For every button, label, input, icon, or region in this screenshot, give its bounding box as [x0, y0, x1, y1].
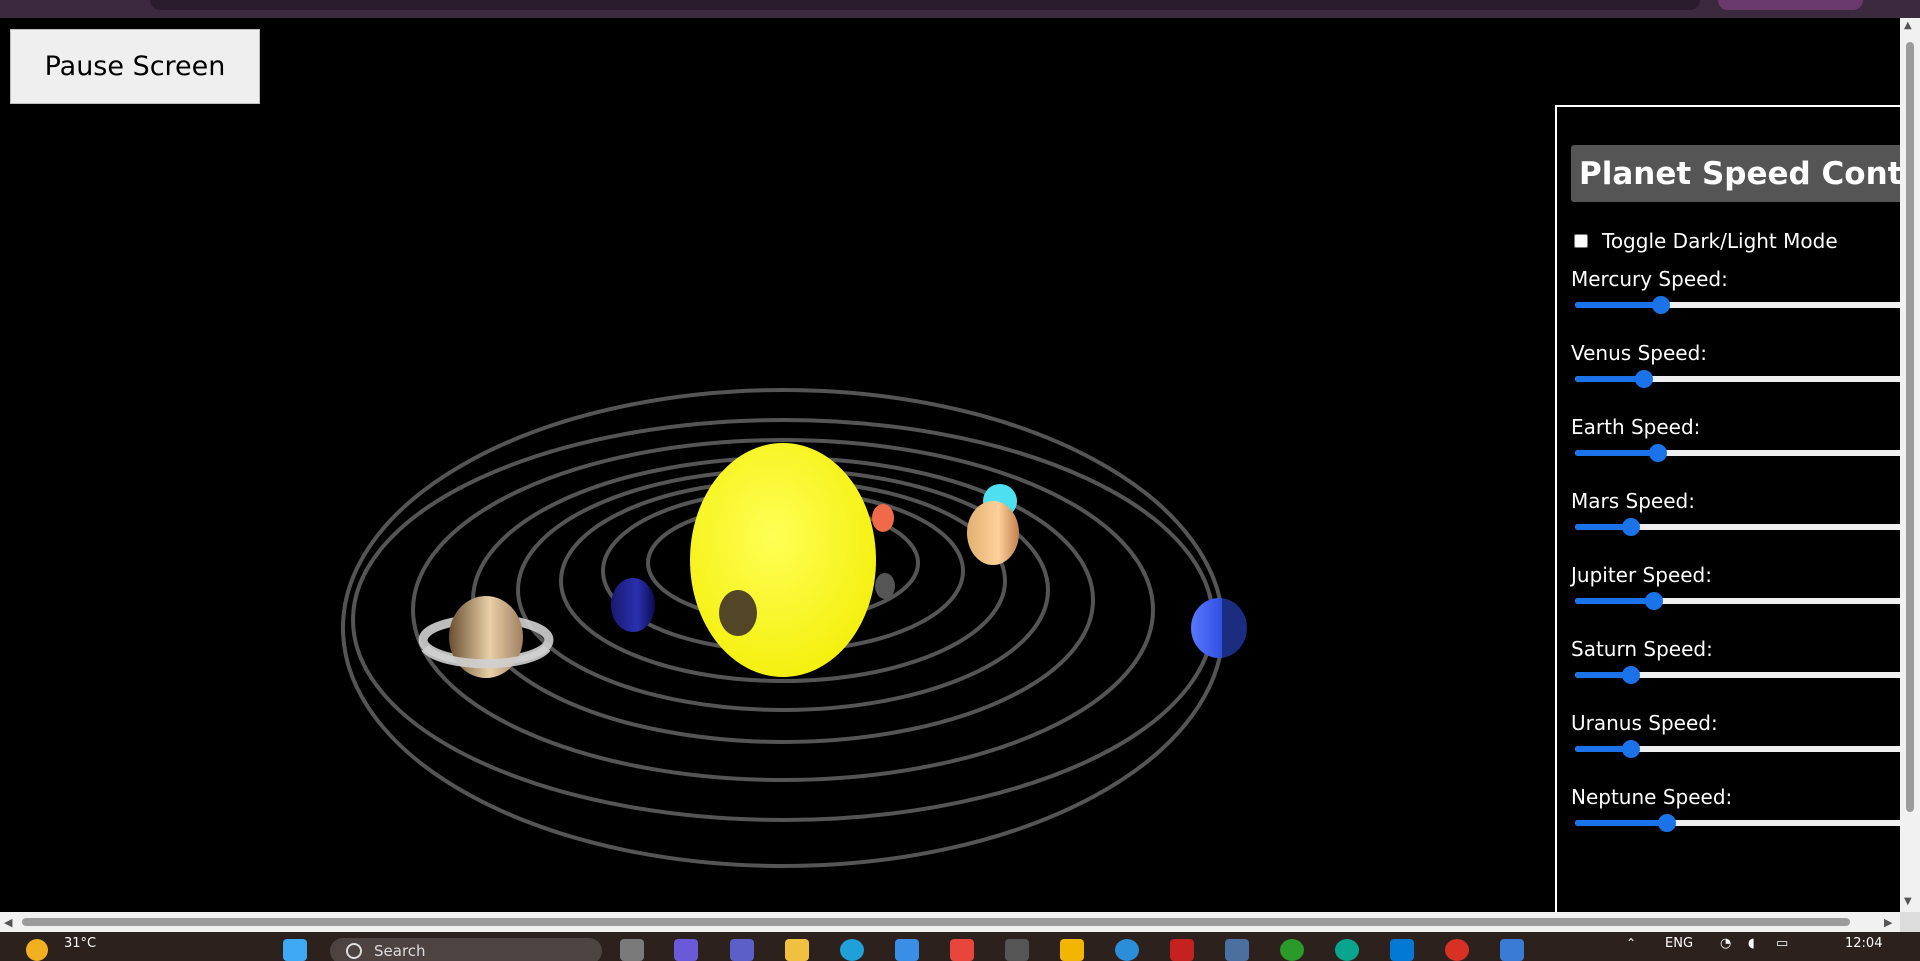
app-icon-blue[interactable]	[1115, 939, 1139, 961]
vscode-icon[interactable]	[1390, 939, 1414, 961]
slider-label: Neptune Speed:	[1571, 785, 1733, 809]
slider-label: Mercury Speed:	[1571, 267, 1728, 291]
browser-top-bar	[0, 0, 1920, 18]
file-explorer-icon[interactable]	[785, 939, 809, 961]
battery-icon[interactable]: ▭	[1776, 936, 1788, 951]
arduino-icon[interactable]	[1335, 939, 1359, 961]
search-icon	[346, 943, 362, 959]
power-bi-icon[interactable]	[1060, 939, 1084, 961]
pause-screen-button[interactable]: Pause Screen	[10, 29, 260, 104]
slider-thumb[interactable]	[1645, 592, 1664, 610]
app-icon-red[interactable]	[950, 939, 974, 961]
planet-mars	[872, 504, 894, 532]
slider-thumb[interactable]	[1622, 518, 1641, 536]
address-bar[interactable]	[150, 0, 1700, 10]
dark-light-checkbox[interactable]	[1574, 234, 1588, 248]
app-icon-grid[interactable]	[1225, 939, 1249, 961]
language-indicator[interactable]: ENG	[1665, 936, 1693, 951]
search-placeholder: Search	[374, 942, 426, 960]
speed-slider[interactable]	[1575, 739, 1905, 759]
slider-fill	[1575, 302, 1661, 308]
slider-thumb[interactable]	[1658, 814, 1677, 832]
speed-slider[interactable]	[1575, 665, 1905, 685]
dark-light-label: Toggle Dark/Light Mode	[1602, 229, 1838, 253]
horizontal-scrollbar[interactable]: ◀ ▶	[0, 912, 1900, 932]
speed-slider[interactable]	[1575, 443, 1905, 463]
speed-slider[interactable]	[1575, 591, 1905, 611]
horizontal-scrollbar-thumb[interactable]	[22, 918, 1850, 926]
planet-earth	[611, 578, 655, 632]
app-icon-photos[interactable]	[1500, 939, 1524, 961]
planet-neptune	[1191, 598, 1247, 658]
speed-slider[interactable]	[1575, 295, 1905, 315]
scroll-right-arrow-icon[interactable]: ▶	[1884, 916, 1892, 929]
gmail-icon[interactable]	[1170, 939, 1194, 961]
taskbar-search[interactable]: Search	[330, 938, 602, 961]
slider-thumb[interactable]	[1635, 370, 1654, 388]
profile-button[interactable]	[1718, 0, 1863, 10]
slider-thumb[interactable]	[1651, 296, 1670, 314]
store-icon[interactable]	[895, 939, 919, 961]
planet-speed-control-panel: Planet Speed Control Toggle Dark/Light M…	[1555, 105, 1911, 912]
tray-chevron-icon[interactable]: ⌃	[1626, 936, 1636, 950]
planet-jupiter	[967, 501, 1019, 565]
scroll-up-arrow-icon[interactable]: ▲	[1904, 20, 1912, 31]
weather-temp[interactable]: 31°C	[64, 936, 96, 951]
panel-title: Planet Speed Control	[1571, 145, 1911, 202]
task-view-icon[interactable]	[620, 939, 644, 961]
taskbar: 31°C Search ⌃ ENG ◔ ◖ ▭ 12:04	[0, 932, 1920, 961]
edge-icon[interactable]	[840, 939, 864, 961]
windows-start-icon[interactable]	[283, 939, 307, 961]
weather-icon[interactable]	[26, 939, 48, 961]
slider-fill	[1575, 598, 1655, 604]
clock-time[interactable]: 12:04	[1845, 936, 1882, 951]
planet-venus	[719, 590, 757, 636]
slider-label: Mars Speed:	[1571, 489, 1695, 513]
volume-icon[interactable]: ◖	[1748, 936, 1755, 951]
vertical-scrollbar[interactable]: ▲ ▼	[1900, 18, 1920, 912]
slider-label: Venus Speed:	[1571, 341, 1707, 365]
speed-slider[interactable]	[1575, 517, 1905, 537]
speed-slider[interactable]	[1575, 813, 1905, 833]
slider-label: Jupiter Speed:	[1571, 563, 1712, 587]
teams-icon[interactable]	[730, 939, 754, 961]
app-icon-gray[interactable]	[1005, 939, 1029, 961]
speed-slider[interactable]	[1575, 369, 1905, 389]
scroll-down-arrow-icon[interactable]: ▼	[1904, 896, 1912, 907]
dark-light-toggle[interactable]: Toggle Dark/Light Mode	[1574, 229, 1838, 253]
planet-mercury	[875, 573, 895, 599]
slider-fill	[1575, 450, 1658, 456]
vertical-scrollbar-thumb[interactable]	[1906, 42, 1914, 812]
slider-thumb[interactable]	[1648, 444, 1667, 462]
chrome-icon[interactable]	[1445, 939, 1469, 961]
app-icon-green[interactable]	[1280, 939, 1304, 961]
scrollbar-corner	[1900, 912, 1920, 932]
slider-label: Uranus Speed:	[1571, 711, 1718, 735]
app-root: Pause Screen Planet Speed Control Toggle…	[0, 0, 1920, 961]
wifi-icon[interactable]: ◔	[1720, 936, 1731, 951]
slider-label: Saturn Speed:	[1571, 637, 1713, 661]
slider-fill	[1575, 376, 1645, 382]
slider-thumb[interactable]	[1622, 666, 1641, 684]
slider-thumb[interactable]	[1622, 740, 1641, 758]
slider-fill	[1575, 820, 1668, 826]
scroll-left-arrow-icon[interactable]: ◀	[4, 916, 12, 929]
sun	[690, 443, 876, 677]
copilot-icon[interactable]	[674, 939, 698, 961]
slider-label: Earth Speed:	[1571, 415, 1701, 439]
